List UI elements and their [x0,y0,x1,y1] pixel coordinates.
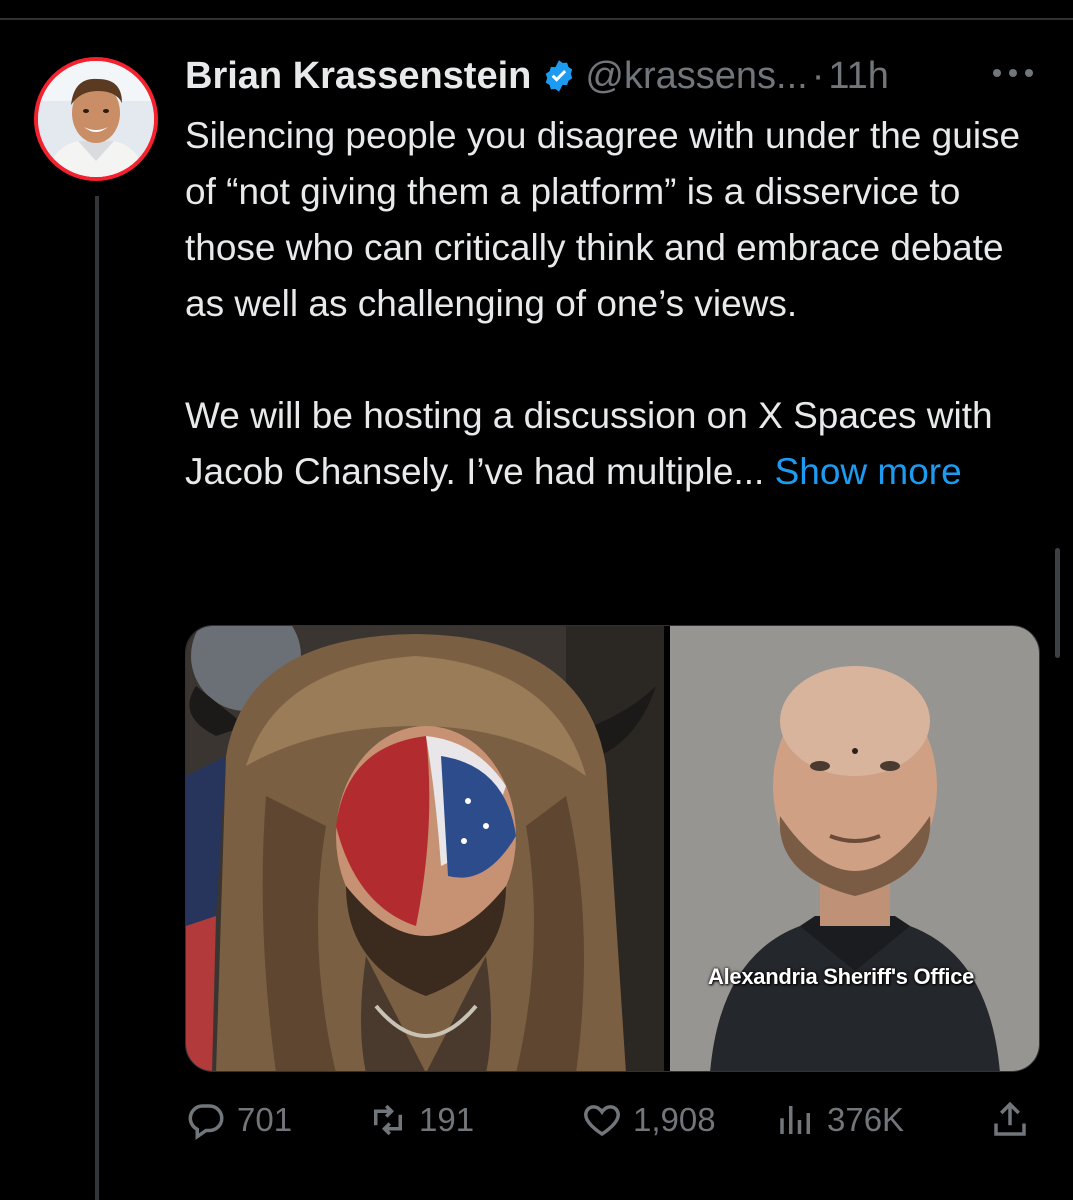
media-caption: Alexandria Sheriff's Office [708,964,975,989]
verified-badge-icon [546,60,573,92]
repost-button[interactable]: 191 [367,1090,474,1150]
like-count: 1,908 [633,1101,716,1138]
show-more-link[interactable]: Show more [775,451,962,492]
tweet-paragraph-1: Silencing people you disagree with under… [185,115,1021,324]
reply-count: 701 [237,1101,293,1138]
reply-icon [188,1104,224,1140]
tweet-actions: 701 191 1,908 376K [185,1090,1040,1150]
share-icon [994,1101,1026,1136]
views-count: 376K [827,1101,905,1138]
tweet-paragraph-2: We will be hosting a discussion on X Spa… [185,388,1045,500]
views-button[interactable]: 376K [775,1090,904,1150]
more-options-icon[interactable] [990,58,1036,88]
tweet-header: Brian Krassenstein @krassens... · 11h [185,52,1045,100]
author-handle[interactable]: @krassens... [585,55,807,98]
author-name[interactable]: Brian Krassenstein [185,55,531,98]
photo-left-image [186,626,664,1071]
repost-count: 191 [419,1101,475,1138]
avatar-photo [38,61,154,177]
photo-right-image [670,626,1039,1071]
heart-icon [584,1105,620,1137]
share-button[interactable] [989,1090,1041,1150]
scrollbar[interactable] [1055,548,1060,658]
views-chart-icon [780,1106,810,1134]
media-photo-right[interactable]: Alexandria Sheriff's Office [670,626,1039,1071]
tweet-media[interactable]: Alexandria Sheriff's Office [185,625,1040,1072]
avatar[interactable] [34,57,158,181]
top-divider [0,18,1073,20]
tweet-text: Silencing people you disagree with under… [185,108,1045,500]
media-photo-left[interactable] [186,626,664,1071]
reply-button[interactable]: 701 [185,1090,292,1150]
repost-icon [374,1104,402,1136]
like-button[interactable]: 1,908 [581,1090,716,1150]
separator-dot: · [811,54,825,97]
thread-line [95,196,99,1200]
tweet-timestamp[interactable]: 11h [828,55,889,98]
